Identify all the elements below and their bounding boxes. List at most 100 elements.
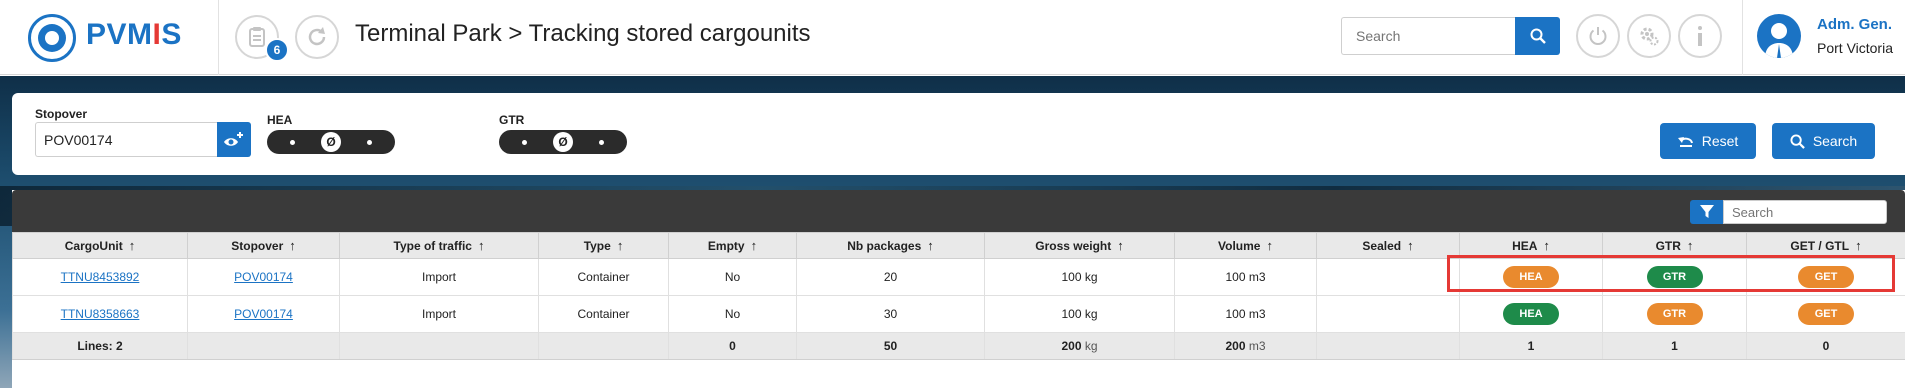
info-button[interactable] bbox=[1678, 14, 1722, 58]
info-icon bbox=[1698, 26, 1702, 46]
cargo-unit-link[interactable]: TTNU8358663 bbox=[61, 307, 140, 321]
table-header-row: CargoUnit ↑ Stopover ↑ Type of traffic ↑ Ty… bbox=[12, 232, 1905, 259]
gtr-toggle-yes[interactable] bbox=[599, 139, 604, 145]
cell-packages: 20 bbox=[796, 258, 985, 296]
logo-emblem-icon bbox=[28, 14, 76, 62]
hea-tri-state-toggle[interactable]: Ø bbox=[267, 130, 395, 154]
reset-button[interactable]: Reset bbox=[1660, 123, 1756, 159]
column-header-traffic[interactable]: Type of traffic ↑ bbox=[339, 232, 539, 259]
column-header-gross-weight[interactable]: Gross weight ↑ bbox=[984, 232, 1175, 259]
get-status-badge[interactable]: GET bbox=[1798, 303, 1854, 325]
totals-row: Lines: 2 0 50 200 kg 200 m3 1 1 0 bbox=[12, 332, 1905, 360]
refresh-button[interactable] bbox=[295, 15, 339, 59]
user-port: Port Victoria bbox=[1817, 40, 1893, 56]
cell-volume: 100 m3 bbox=[1174, 295, 1317, 333]
sort-arrow-icon: ↑ bbox=[289, 238, 296, 253]
user-avatar-icon bbox=[1757, 14, 1801, 58]
column-header-stopover[interactable]: Stopover ↑ bbox=[187, 232, 340, 259]
total-hea: 1 bbox=[1459, 332, 1603, 360]
grid-search-input[interactable] bbox=[1723, 200, 1887, 224]
cargo-unit-link[interactable]: TTNU8453892 bbox=[61, 270, 140, 284]
table-row[interactable]: TTNU8453892 POV00174 Import Container No… bbox=[12, 258, 1905, 296]
search-button-label: Search bbox=[1812, 133, 1858, 149]
total-gtr: 1 bbox=[1602, 332, 1747, 360]
stopover-link[interactable]: POV00174 bbox=[234, 270, 293, 284]
total-lines: Lines: 2 bbox=[12, 332, 188, 360]
global-search-input[interactable] bbox=[1341, 17, 1515, 55]
column-header-empty[interactable]: Empty ↑ bbox=[668, 232, 797, 259]
search-icon bbox=[1530, 28, 1546, 44]
sort-arrow-icon: ↑ bbox=[128, 238, 136, 253]
sort-arrow-icon: ↑ bbox=[1543, 238, 1550, 253]
hea-toggle-yes[interactable] bbox=[367, 139, 372, 145]
reset-button-label: Reset bbox=[1701, 133, 1739, 149]
power-icon bbox=[1589, 27, 1607, 45]
logo-text: PVMIS bbox=[86, 18, 182, 51]
eye-plus-icon bbox=[224, 131, 243, 146]
cell-packages: 30 bbox=[796, 295, 985, 333]
settings-button[interactable] bbox=[1627, 14, 1671, 58]
total-gross-weight: 200 kg bbox=[984, 332, 1175, 360]
sort-arrow-icon: ↑ bbox=[1266, 238, 1273, 253]
search-button[interactable]: Search bbox=[1772, 123, 1875, 159]
stopover-input[interactable] bbox=[35, 122, 217, 157]
cell-traffic: Import bbox=[339, 295, 539, 333]
user-name: Adm. Gen. bbox=[1817, 16, 1893, 33]
column-header-volume[interactable]: Volume ↑ bbox=[1174, 232, 1317, 259]
column-header-cargounit[interactable]: CargoUnit ↑ bbox=[12, 232, 188, 259]
sort-arrow-icon: ↑ bbox=[927, 238, 934, 253]
grid-toolbar bbox=[12, 190, 1905, 232]
cell-traffic: Import bbox=[339, 258, 539, 296]
refresh-icon bbox=[308, 27, 326, 46]
cell-type: Container bbox=[538, 295, 669, 333]
total-packages: 50 bbox=[796, 332, 985, 360]
column-header-type[interactable]: Type ↑ bbox=[538, 232, 669, 259]
total-empty: 0 bbox=[668, 332, 797, 360]
hea-toggle-no[interactable] bbox=[290, 139, 295, 145]
gtr-status-badge[interactable]: GTR bbox=[1646, 303, 1703, 325]
column-header-sealed[interactable]: Sealed ↑ bbox=[1316, 232, 1460, 259]
undo-icon bbox=[1677, 137, 1693, 147]
stopover-lookup-button[interactable] bbox=[217, 122, 251, 157]
table-row[interactable]: TTNU8358663 POV00174 Import Container No… bbox=[12, 295, 1905, 333]
logo[interactable]: PVMIS bbox=[0, 0, 219, 75]
column-header-hea[interactable]: HEA ↑ bbox=[1459, 232, 1603, 259]
hea-toggle-null[interactable]: Ø bbox=[321, 132, 341, 152]
cell-empty: No bbox=[668, 258, 797, 296]
global-search-button[interactable] bbox=[1515, 17, 1560, 55]
get-status-badge[interactable]: GET bbox=[1798, 266, 1854, 288]
clipboard-icon bbox=[249, 27, 265, 47]
grid-filter-button[interactable] bbox=[1690, 200, 1723, 224]
cargo-table: CargoUnit ↑ Stopover ↑ Type of traffic ↑ Ty… bbox=[12, 232, 1905, 360]
total-get: 0 bbox=[1746, 332, 1905, 360]
gtr-tri-state-toggle[interactable]: Ø bbox=[499, 130, 627, 154]
gtr-status-badge[interactable]: GTR bbox=[1646, 266, 1703, 288]
gtr-toggle-no[interactable] bbox=[522, 139, 527, 145]
search-icon bbox=[1790, 133, 1805, 149]
total-volume: 200 m3 bbox=[1174, 332, 1317, 360]
top-bar: PVMIS 6 Terminal Park > Tracking stored … bbox=[0, 0, 1905, 75]
hea-status-badge[interactable]: HEA bbox=[1503, 303, 1559, 325]
filter-panel: Stopover HEA Ø GTR Ø Reset Search bbox=[12, 93, 1905, 175]
cell-type: Container bbox=[538, 258, 669, 296]
column-header-gtr[interactable]: GTR ↑ bbox=[1602, 232, 1747, 259]
stopover-link[interactable]: POV00174 bbox=[234, 307, 293, 321]
sort-arrow-icon: ↑ bbox=[750, 238, 758, 253]
power-button[interactable] bbox=[1576, 14, 1620, 58]
sort-arrow-icon: ↑ bbox=[1686, 238, 1694, 253]
cargo-grid: CargoUnit↑ Stopover↑ Type of traffic↑ Ty… bbox=[12, 190, 1905, 388]
gear-icon bbox=[1640, 27, 1659, 46]
cell-gross-weight: 100 kg bbox=[984, 295, 1175, 333]
hea-status-badge[interactable]: HEA bbox=[1503, 266, 1559, 288]
gtr-filter-label: GTR bbox=[499, 113, 525, 127]
column-header-get-gtl[interactable]: GET / GTL ↑ bbox=[1746, 232, 1905, 259]
sort-arrow-icon: ↑ bbox=[1117, 238, 1124, 253]
column-header-packages[interactable]: Nb packages ↑ bbox=[796, 232, 985, 259]
page-title: Terminal Park > Tracking stored cargouni… bbox=[355, 20, 811, 47]
cell-gross-weight: 100 kg bbox=[984, 258, 1175, 296]
gtr-toggle-null[interactable]: Ø bbox=[553, 132, 573, 152]
user-menu[interactable]: Adm. Gen. Port Victoria bbox=[1742, 0, 1905, 75]
hea-filter-label: HEA bbox=[267, 113, 293, 127]
cell-empty: No bbox=[668, 295, 797, 333]
sort-arrow-icon: ↑ bbox=[1407, 238, 1414, 253]
